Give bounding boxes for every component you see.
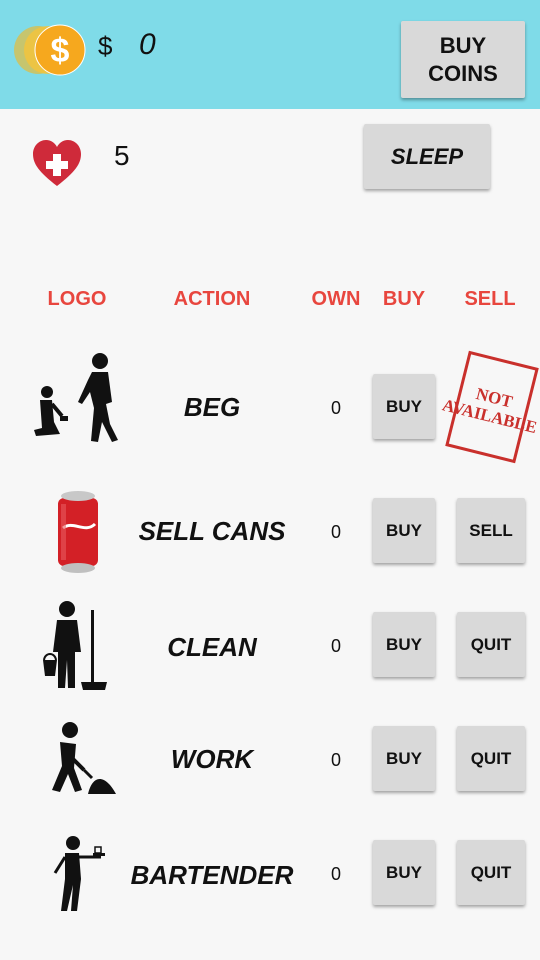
buy-coins-button[interactable]: BUY COINS xyxy=(401,21,525,98)
column-header-buy: BUY xyxy=(382,288,426,310)
action-label: SELL CANS xyxy=(138,516,286,546)
buy-button[interactable]: BUY xyxy=(373,498,435,563)
quit-button[interactable]: QUIT xyxy=(457,840,525,905)
quit-button[interactable]: QUIT xyxy=(457,612,525,677)
coin-count: 0 xyxy=(139,28,156,61)
worker-shovel-icon xyxy=(30,718,126,798)
action-label: CLEAN xyxy=(167,632,257,662)
not-available-stamp-text: NOT AVAILABLE xyxy=(440,350,539,464)
column-header-sell: SELL xyxy=(464,288,516,310)
own-count: 0 xyxy=(330,522,341,542)
column-header-own: OWN xyxy=(311,288,361,310)
waiter-icon xyxy=(30,832,126,916)
buy-button[interactable]: BUY xyxy=(373,726,435,791)
top-bar: $ $ 0 BUY COINS xyxy=(0,0,540,109)
buy-button[interactable]: BUY xyxy=(373,612,435,677)
currency-symbol: $ xyxy=(98,31,113,61)
column-header-action: ACTION xyxy=(173,288,251,310)
coins-icon: $ xyxy=(14,24,86,76)
action-label: BARTENDER xyxy=(130,860,294,890)
action-label: WORK xyxy=(170,744,254,774)
table-row: WORK 0 BUY QUIT xyxy=(0,718,540,798)
quit-button[interactable]: QUIT xyxy=(457,726,525,791)
action-label: BEG xyxy=(183,392,241,422)
sell-button[interactable]: SELL xyxy=(457,498,525,563)
not-available-stamp: NOT AVAILABLE xyxy=(440,350,539,464)
beggar-icon xyxy=(30,350,126,445)
table-row: BEG 0 BUY NOT AVAILABLE xyxy=(0,350,540,464)
sleep-button[interactable]: SLEEP xyxy=(364,124,490,189)
own-count: 0 xyxy=(330,750,341,770)
table-row: BARTENDER 0 BUY QUIT xyxy=(0,832,540,916)
own-count: 0 xyxy=(330,636,341,656)
table-row: CLEAN 0 BUY QUIT xyxy=(0,598,540,693)
buy-button[interactable]: BUY xyxy=(373,374,435,439)
soda-can-icon xyxy=(30,486,126,578)
table-row: SELL CANS 0 BUY SELL xyxy=(0,486,540,578)
own-count: 0 xyxy=(330,864,341,884)
own-count: 0 xyxy=(330,398,341,418)
health-value: 5 xyxy=(114,140,130,171)
buy-button[interactable]: BUY xyxy=(373,840,435,905)
svg-text:$: $ xyxy=(51,32,70,70)
column-header-logo: LOGO xyxy=(47,288,107,310)
health-heart-icon xyxy=(33,140,81,186)
janitor-icon xyxy=(30,598,126,693)
